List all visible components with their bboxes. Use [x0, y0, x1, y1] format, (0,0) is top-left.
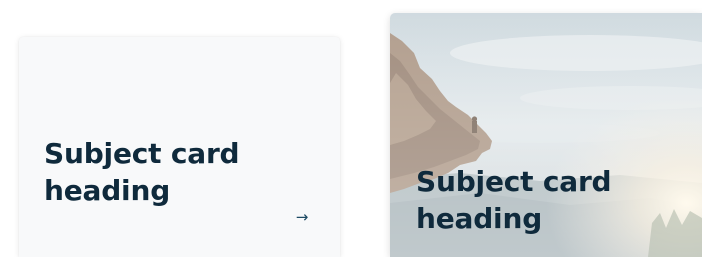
- arrow-right-icon[interactable]: →: [291, 208, 313, 226]
- card-grid: Subject card heading → Subject card head…: [0, 0, 702, 257]
- subject-card-plain[interactable]: Subject card heading →: [19, 37, 340, 257]
- subject-card-image[interactable]: Subject card heading: [390, 13, 702, 257]
- card-heading: Subject card heading: [44, 137, 240, 207]
- card-heading: Subject card heading: [416, 165, 612, 235]
